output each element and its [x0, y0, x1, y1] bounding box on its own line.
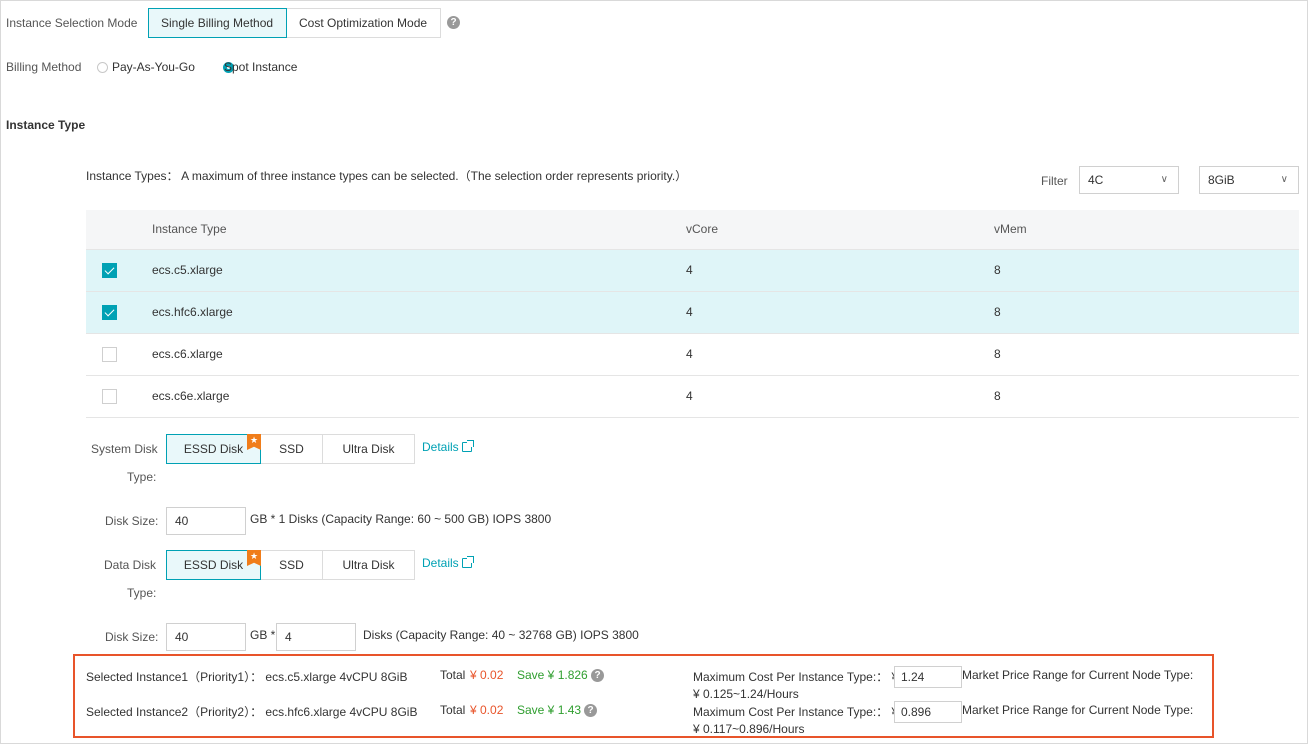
- help-icon[interactable]: ?: [584, 704, 597, 717]
- system-disk-size-desc: GB * 1 Disks (Capacity Range: 60 ~ 500 G…: [250, 512, 552, 526]
- details-label: Details: [422, 440, 459, 454]
- column-header-instance-type: Instance Type: [152, 210, 686, 250]
- vmem-cell: 8: [994, 291, 1299, 334]
- star-icon: ★: [247, 550, 261, 566]
- details-label: Details: [422, 556, 459, 570]
- total-price: ¥ 0.02: [470, 668, 504, 682]
- instance-type-cell: ecs.c5.xlarge: [152, 249, 686, 292]
- row-checkbox[interactable]: [102, 346, 117, 362]
- vcore-cell: 4: [686, 291, 994, 334]
- cost-optimization-option[interactable]: Cost Optimization Mode: [286, 8, 441, 38]
- instance-type-table: Instance Type vCore vMem ecs.c5.xlarge 4…: [86, 210, 1299, 418]
- filter-cpu-value: 4C: [1088, 173, 1104, 187]
- instance-selection-segment: Single Billing Method Cost Optimization …: [148, 8, 441, 38]
- total-label: Total: [440, 668, 466, 682]
- filter-mem-select[interactable]: 8GiB ∨: [1199, 166, 1299, 194]
- data-disk-type-segment: ESSD Disk ★ SSD Ultra Disk: [166, 550, 415, 580]
- market-price-label: Market Price Range for Current Node Type…: [962, 703, 1194, 717]
- table-header-row: Instance Type vCore vMem: [86, 210, 1299, 250]
- data-disk-essd-option[interactable]: ESSD Disk ★: [166, 550, 261, 580]
- data-disk-details-link[interactable]: Details: [422, 556, 474, 570]
- row-checkbox-cell: [86, 249, 152, 292]
- total-label: Total: [440, 703, 466, 717]
- external-link-icon: [461, 556, 474, 568]
- data-disk-ultra-option[interactable]: Ultra Disk: [322, 550, 415, 580]
- max-cost-input[interactable]: 0.896: [894, 701, 962, 723]
- chevron-down-icon: ∨: [1160, 174, 1168, 185]
- total-price: ¥ 0.02: [470, 703, 504, 717]
- data-disk-size-desc: Disks (Capacity Range: 40 ~ 32768 GB) IO…: [363, 628, 639, 642]
- data-disk-size-input[interactable]: 40: [166, 623, 246, 651]
- help-icon[interactable]: ?: [591, 669, 604, 682]
- selected-instance-2-label: Selected Instance2（Priority2）： ecs.hfc6.…: [86, 705, 418, 719]
- column-header-vcore: vCore: [686, 210, 994, 250]
- system-disk-details-link[interactable]: Details: [422, 440, 474, 454]
- system-disk-ultra-option[interactable]: Ultra Disk: [322, 434, 415, 464]
- instance-type-cell: ecs.c6e.xlarge: [152, 375, 686, 418]
- instance-type-title: Instance Type: [6, 118, 86, 132]
- table-row[interactable]: ecs.c5.xlarge 4 8: [86, 249, 1299, 292]
- data-disk-label: Data Disk: [104, 558, 157, 572]
- row-checkbox-cell: [86, 291, 152, 334]
- spot-instance-label[interactable]: Spot Instance: [224, 60, 297, 74]
- instance-type-cell: ecs.hfc6.xlarge: [152, 291, 686, 334]
- row-checkbox-cell: [86, 333, 152, 376]
- essd-label: ESSD Disk: [183, 558, 244, 572]
- vmem-cell: 8: [994, 249, 1299, 292]
- vmem-cell: 8: [994, 375, 1299, 418]
- external-link-icon: [461, 440, 474, 452]
- data-disk-count-input[interactable]: 4: [276, 623, 356, 651]
- system-disk-type-label: Type:: [127, 470, 157, 484]
- filter-mem-value: 8GiB: [1208, 173, 1235, 187]
- star-icon: ★: [247, 434, 261, 450]
- data-disk-type-label: Type:: [127, 586, 157, 600]
- save-amount: Save ¥ 1.826: [517, 668, 588, 682]
- system-disk-size-label: Disk Size:: [105, 514, 159, 528]
- filter-cpu-select[interactable]: 4C ∨: [1079, 166, 1179, 194]
- data-disk-ssd-option[interactable]: SSD: [260, 550, 323, 580]
- pay-as-you-go-label[interactable]: Pay-As-You-Go: [112, 60, 195, 74]
- max-cost-label: Maximum Cost Per Instance Type:： ¥: [693, 705, 899, 719]
- billing-method-label: Billing Method: [6, 60, 82, 74]
- system-disk-size-input[interactable]: 40: [166, 507, 246, 535]
- instance-type-hint: Instance Types： A maximum of three insta…: [86, 169, 688, 183]
- column-header-vmem: vMem: [994, 210, 1299, 250]
- chevron-down-icon: ∨: [1280, 174, 1288, 185]
- market-price-range: ¥ 0.117~0.896/Hours: [693, 722, 805, 736]
- system-disk-ssd-option[interactable]: SSD: [260, 434, 323, 464]
- row-checkbox[interactable]: [102, 304, 117, 320]
- market-price-label: Market Price Range for Current Node Type…: [962, 668, 1194, 682]
- pay-as-you-go-radio[interactable]: [97, 62, 108, 73]
- system-disk-label: System Disk: [91, 442, 158, 456]
- vcore-cell: 4: [686, 333, 994, 376]
- vcore-cell: 4: [686, 249, 994, 292]
- max-cost-input[interactable]: 1.24: [894, 666, 962, 688]
- row-checkbox-cell: [86, 375, 152, 418]
- table-row[interactable]: ecs.c6e.xlarge 4 8: [86, 375, 1299, 418]
- table-row[interactable]: ecs.hfc6.xlarge 4 8: [86, 291, 1299, 334]
- row-checkbox[interactable]: [102, 388, 117, 404]
- data-disk-gb-times: GB *: [250, 628, 276, 642]
- system-disk-essd-option[interactable]: ESSD Disk ★: [166, 434, 261, 464]
- instance-type-cell: ecs.c6.xlarge: [152, 333, 686, 376]
- instance-selection-label: Instance Selection Mode: [6, 16, 138, 30]
- help-icon[interactable]: ?: [447, 16, 460, 29]
- single-billing-option[interactable]: Single Billing Method: [148, 8, 287, 38]
- max-cost-label: Maximum Cost Per Instance Type:： ¥: [693, 670, 899, 684]
- save-amount: Save ¥ 1.43: [517, 703, 582, 717]
- essd-label: ESSD Disk: [183, 442, 244, 456]
- vcore-cell: 4: [686, 375, 994, 418]
- selected-instances-summary: [73, 654, 1214, 738]
- select-column-header: [86, 210, 152, 250]
- selected-instance-1-label: Selected Instance1（Priority1）： ecs.c5.xl…: [86, 670, 408, 684]
- row-checkbox[interactable]: [102, 262, 117, 278]
- table-row[interactable]: ecs.c6.xlarge 4 8: [86, 333, 1299, 376]
- system-disk-type-segment: ESSD Disk ★ SSD Ultra Disk: [166, 434, 415, 464]
- filter-label: Filter: [1041, 174, 1068, 188]
- data-disk-size-label: Disk Size:: [105, 630, 159, 644]
- market-price-range: ¥ 0.125~1.24/Hours: [693, 687, 799, 701]
- vmem-cell: 8: [994, 333, 1299, 376]
